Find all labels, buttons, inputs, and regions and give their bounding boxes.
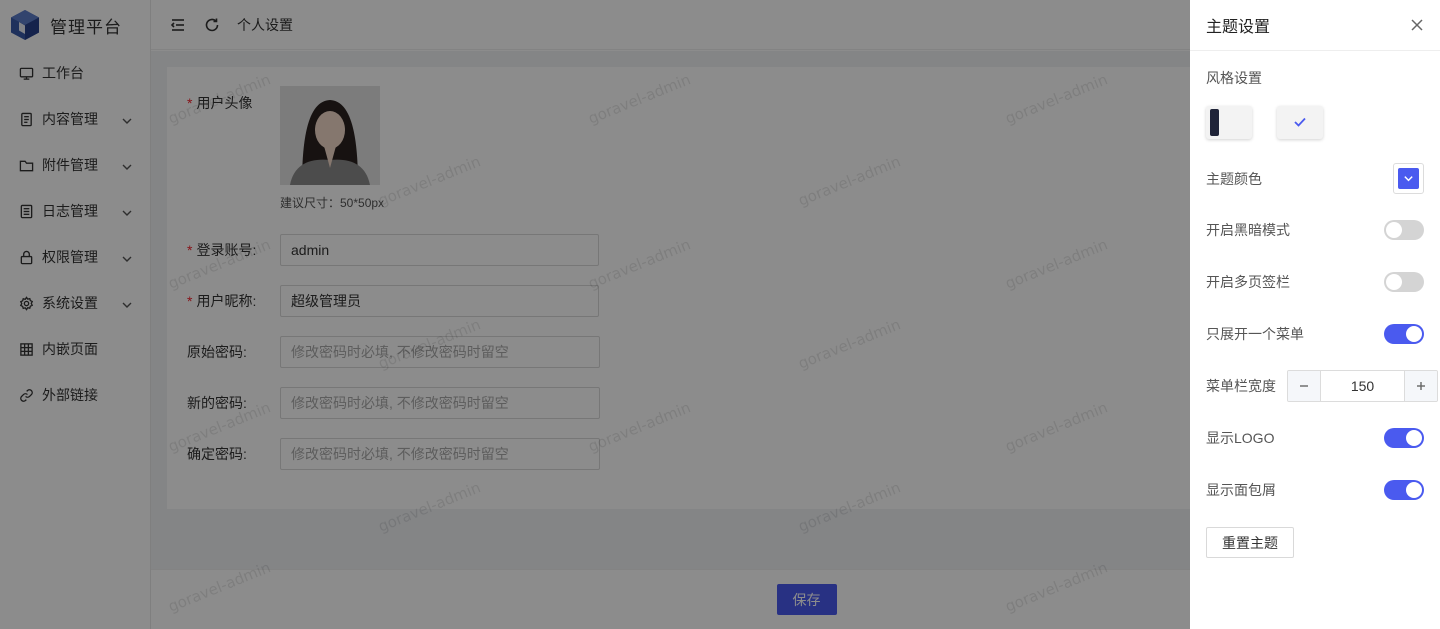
show-breadcrumb-toggle[interactable] xyxy=(1384,480,1424,500)
drawer-overlay[interactable] xyxy=(0,0,1190,629)
close-icon[interactable] xyxy=(1410,18,1424,32)
unique-opened-label: 只展开一个菜单 xyxy=(1206,326,1304,342)
style-setting-row: 风格设置 xyxy=(1206,68,1424,88)
menu-width-row: 菜单栏宽度 150 xyxy=(1206,370,1438,402)
multi-tab-toggle[interactable] xyxy=(1384,272,1424,292)
dark-sidebar-preview xyxy=(1210,109,1219,136)
dark-mode-row: 开启黑暗模式 xyxy=(1206,220,1424,240)
color-swatch xyxy=(1398,168,1419,189)
toggle-knob xyxy=(1386,222,1402,238)
show-breadcrumb-label: 显示面包屑 xyxy=(1206,482,1276,498)
minus-icon[interactable] xyxy=(1288,371,1320,401)
theme-color-row: 主题颜色 xyxy=(1206,163,1424,194)
reset-theme-button[interactable]: 重置主题 xyxy=(1206,527,1294,558)
check-icon xyxy=(1293,115,1307,129)
unique-opened-row: 只展开一个菜单 xyxy=(1206,324,1424,344)
style-option-dark-sidebar[interactable] xyxy=(1206,106,1252,139)
menu-width-value[interactable]: 150 xyxy=(1320,371,1405,401)
toggle-knob xyxy=(1406,430,1422,446)
style-option-light[interactable] xyxy=(1277,106,1323,139)
show-logo-row: 显示LOGO xyxy=(1206,428,1424,448)
theme-settings-drawer: 主题设置 风格设置 主题颜色 开启黑暗模式 开启多页签栏 只展开一个菜单 菜单栏… xyxy=(1190,0,1440,629)
menu-width-label: 菜单栏宽度 xyxy=(1206,378,1276,394)
show-logo-toggle[interactable] xyxy=(1384,428,1424,448)
theme-color-picker[interactable] xyxy=(1393,163,1424,194)
unique-opened-toggle[interactable] xyxy=(1384,324,1424,344)
show-logo-label: 显示LOGO xyxy=(1206,430,1275,446)
show-breadcrumb-row: 显示面包屑 xyxy=(1206,480,1424,500)
chevron-down-icon xyxy=(1404,176,1413,182)
dark-mode-label: 开启黑暗模式 xyxy=(1206,222,1290,238)
drawer-header: 主题设置 xyxy=(1190,0,1440,51)
multi-tab-label: 开启多页签栏 xyxy=(1206,274,1290,290)
toggle-knob xyxy=(1406,326,1422,342)
toggle-knob xyxy=(1386,274,1402,290)
menu-width-stepper: 150 xyxy=(1287,370,1438,402)
theme-color-label: 主题颜色 xyxy=(1206,170,1262,187)
drawer-title: 主题设置 xyxy=(1206,19,1271,36)
toggle-knob xyxy=(1406,482,1422,498)
multi-tab-row: 开启多页签栏 xyxy=(1206,272,1424,292)
dark-mode-toggle[interactable] xyxy=(1384,220,1424,240)
plus-icon[interactable] xyxy=(1405,371,1437,401)
style-setting-label: 风格设置 xyxy=(1206,70,1262,86)
